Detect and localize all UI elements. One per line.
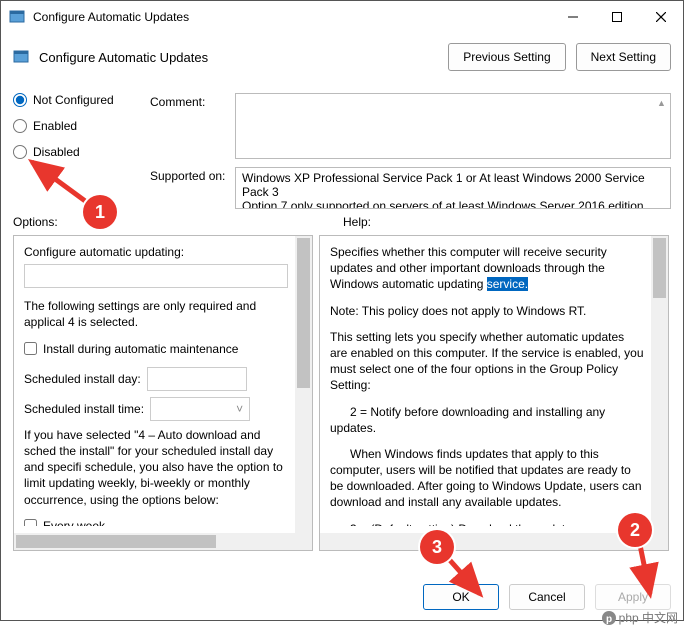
configure-updating-select[interactable]: [24, 264, 288, 288]
comment-label: Comment:: [150, 93, 235, 159]
scheduled-time-select[interactable]: ˅: [150, 397, 250, 421]
help-p1a: Specifies whether this computer will rec…: [330, 245, 607, 291]
previous-setting-button[interactable]: Previous Setting: [448, 43, 565, 71]
window-buttons: [551, 2, 683, 32]
options-panel: Configure automatic updating: The follow…: [13, 235, 313, 551]
close-button[interactable]: [639, 2, 683, 32]
annotation-badge-1: 1: [83, 195, 117, 229]
scroll-up-icon[interactable]: ▲: [655, 96, 668, 109]
minimize-button[interactable]: [551, 2, 595, 32]
header-row: Configure Automatic Updates Previous Set…: [1, 33, 683, 81]
checkbox-label: Install during automatic maintenance: [43, 341, 238, 357]
radio-label: Not Configured: [33, 93, 114, 107]
help-opt3: 3 = (Default setting) Download the updat…: [330, 521, 644, 526]
help-panel: Specifies whether this computer will rec…: [319, 235, 669, 551]
help-p4: When Windows finds updates that apply to…: [330, 446, 644, 511]
scheduled-time-label: Scheduled install time:: [24, 401, 144, 417]
comment-textarea[interactable]: ▲: [235, 93, 671, 159]
options-schedule-note: If you have selected "4 – Auto download …: [24, 427, 288, 508]
help-label: Help:: [343, 215, 371, 229]
annotation-arrow-2: [622, 540, 672, 610]
app-icon: [9, 9, 25, 25]
options-note: The following settings are only required…: [24, 298, 288, 330]
options-vertical-scrollbar[interactable]: [295, 236, 312, 533]
window-title: Configure Automatic Updates: [33, 10, 551, 24]
supported-label: Supported on:: [150, 167, 235, 209]
dialog-window: Configure Automatic Updates Configure Au…: [0, 0, 684, 621]
footer: OK Cancel Apply: [1, 574, 683, 620]
help-vertical-scrollbar[interactable]: [651, 236, 668, 533]
dialog-body: Not Configured Enabled Disabled Comment:…: [1, 81, 683, 574]
help-p2: Note: This policy does not apply to Wind…: [330, 303, 644, 319]
supported-text: Windows XP Professional Service Pack 1 o…: [242, 171, 645, 209]
titlebar: Configure Automatic Updates: [1, 1, 683, 33]
radio-enabled[interactable]: Enabled: [13, 119, 150, 133]
options-label: Options:: [13, 215, 343, 229]
maximize-button[interactable]: [595, 2, 639, 32]
scheduled-day-label: Scheduled install day:: [24, 371, 141, 387]
annotation-badge-3: 3: [420, 530, 454, 564]
supported-on-box: Windows XP Professional Service Pack 1 o…: [235, 167, 671, 209]
next-setting-button[interactable]: Next Setting: [576, 43, 671, 71]
options-horizontal-scrollbar[interactable]: [14, 533, 295, 550]
help-horizontal-scrollbar[interactable]: [320, 533, 651, 550]
help-p3: This setting lets you specify whether au…: [330, 329, 644, 394]
every-week-checkbox[interactable]: Every week: [24, 518, 288, 526]
annotation-arrow-3: [442, 552, 502, 612]
scheduled-day-select[interactable]: [147, 367, 247, 391]
cancel-button[interactable]: Cancel: [509, 584, 585, 610]
page-title: Configure Automatic Updates: [39, 50, 448, 65]
policy-icon: [13, 49, 29, 65]
radio-label: Enabled: [33, 119, 77, 133]
annotation-badge-2: 2: [618, 513, 652, 547]
configure-updating-label: Configure automatic updating:: [24, 244, 288, 260]
install-during-maintenance-checkbox[interactable]: Install during automatic maintenance: [24, 341, 288, 357]
radio-not-configured[interactable]: Not Configured: [13, 93, 150, 107]
chevron-down-icon: ˅: [236, 401, 243, 417]
help-opt2: 2 = Notify before downloading and instal…: [330, 404, 644, 436]
help-highlighted-text: service.: [487, 277, 528, 291]
checkbox-label: Every week: [43, 518, 105, 526]
